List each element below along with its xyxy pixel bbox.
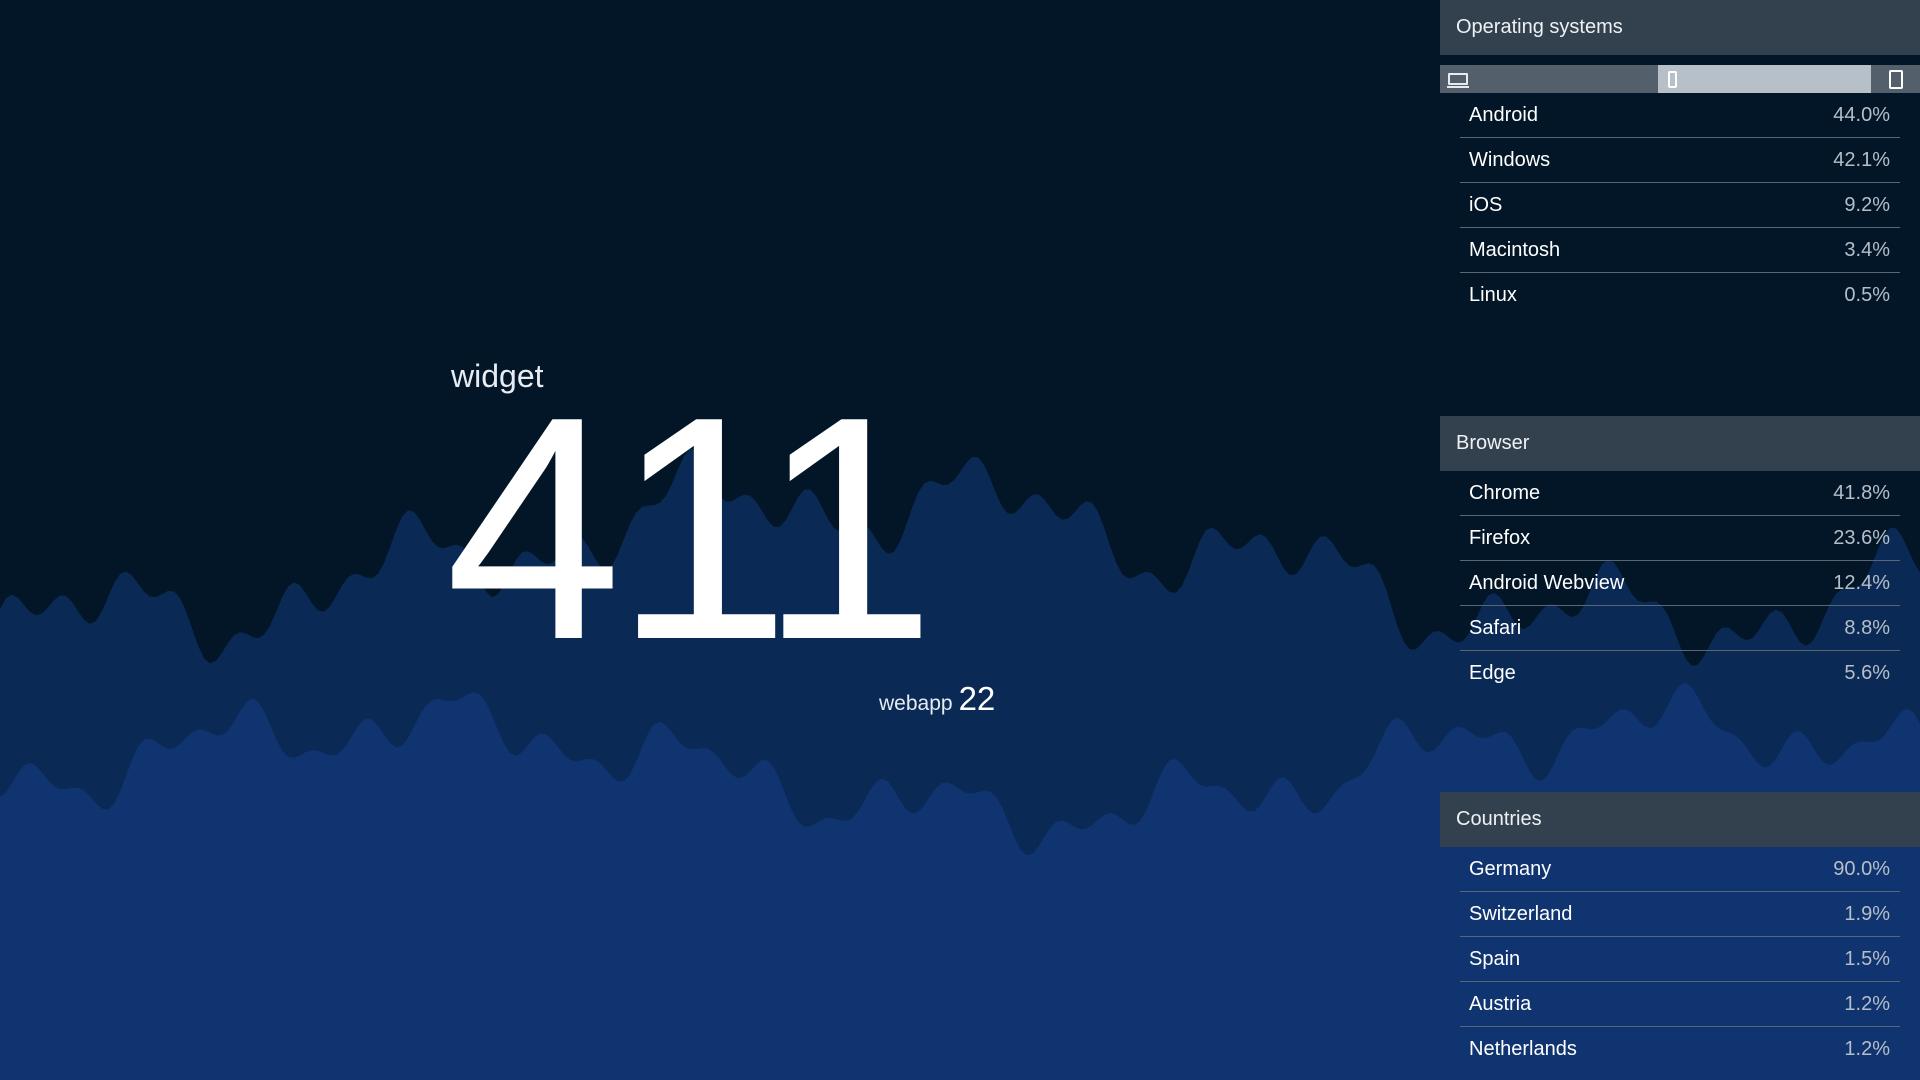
country-percent: 1.5% <box>1844 947 1890 970</box>
os-row: Linux 0.5% <box>1460 273 1900 318</box>
country-percent: 90.0% <box>1833 857 1890 880</box>
countries-list: Germany 90.0% Switzerland 1.9% Spain 1.5% A… <box>1440 847 1920 1072</box>
desktop-icon <box>1447 73 1469 88</box>
country-name: Germany <box>1469 857 1552 880</box>
tablet-icon <box>1888 69 1903 89</box>
country-row: Netherlands 1.2% <box>1460 1027 1900 1072</box>
country-name: Austria <box>1469 992 1532 1015</box>
sub-metric: webapp 22 <box>879 680 995 718</box>
device-filter <box>1440 65 1920 93</box>
browser-name: Firefox <box>1469 526 1531 549</box>
device-filter-desktop[interactable] <box>1440 65 1658 93</box>
os-name: iOS <box>1469 193 1503 216</box>
main-metric-value: 411 <box>445 351 936 706</box>
browser-name: Safari <box>1469 616 1522 639</box>
os-row: iOS 9.2% <box>1460 183 1900 228</box>
countries-panel: Countries Germany 90.0% Switzerland 1.9% S… <box>1440 792 1920 1072</box>
country-row: Germany 90.0% <box>1460 847 1900 892</box>
device-filter-smartphone[interactable] <box>1658 65 1871 93</box>
browser-percent: 23.6% <box>1833 526 1890 549</box>
browser-name: Edge <box>1469 662 1516 684</box>
browser-row: Edge 5.6% <box>1460 651 1900 696</box>
browser-panel: Browser Chrome 41.8% Firefox 23.6% Android… <box>1440 416 1920 696</box>
os-panel: Operating systems Android 44.0% Windows 42… <box>1440 0 1920 318</box>
os-percent: 3.4% <box>1844 238 1890 261</box>
country-name: Netherlands <box>1469 1038 1577 1060</box>
browser-row: Firefox 23.6% <box>1460 516 1900 561</box>
browser-list: Chrome 41.8% Firefox 23.6% Android Webview… <box>1440 471 1920 696</box>
os-list: Android 44.0% Windows 42.1% iOS 9.2% Macint… <box>1440 93 1920 318</box>
browser-percent: 41.8% <box>1833 481 1890 504</box>
browser-name: Chrome <box>1469 481 1541 504</box>
browser-percent: 5.6% <box>1844 662 1890 684</box>
sub-metric-value: 22 <box>958 680 996 717</box>
browser-percent: 12.4% <box>1833 571 1890 594</box>
browser-name: Android Webview <box>1469 571 1625 594</box>
country-row: Switzerland 1.9% <box>1460 892 1900 937</box>
country-percent: 1.2% <box>1844 1038 1890 1060</box>
country-percent: 1.2% <box>1844 992 1890 1015</box>
smartphone-icon <box>1668 70 1677 88</box>
os-panel-title: Operating systems <box>1440 0 1920 55</box>
browser-row: Safari 8.8% <box>1460 606 1900 651</box>
country-row: Austria 1.2% <box>1460 982 1900 1027</box>
os-percent: 0.5% <box>1844 284 1890 306</box>
os-percent: 9.2% <box>1844 193 1890 216</box>
browser-row: Chrome 41.8% <box>1460 471 1900 516</box>
os-row: Macintosh 3.4% <box>1460 228 1900 273</box>
sub-metric-label: webapp <box>879 692 953 715</box>
os-row: Android 44.0% <box>1460 93 1900 138</box>
browser-percent: 8.8% <box>1844 616 1890 639</box>
country-name: Switzerland <box>1469 902 1573 925</box>
country-name: Spain <box>1469 947 1521 970</box>
os-name: Windows <box>1469 148 1551 171</box>
country-row: Spain 1.5% <box>1460 937 1900 982</box>
country-percent: 1.9% <box>1844 902 1890 925</box>
os-name: Android <box>1469 103 1538 126</box>
os-percent: 44.0% <box>1833 103 1890 126</box>
device-filter-tablet[interactable] <box>1871 65 1920 93</box>
countries-panel-title: Countries <box>1440 792 1920 847</box>
browser-panel-title: Browser <box>1440 416 1920 471</box>
os-row: Windows 42.1% <box>1460 138 1900 183</box>
os-percent: 42.1% <box>1833 148 1890 171</box>
os-name: Macintosh <box>1469 238 1561 261</box>
os-name: Linux <box>1469 284 1517 306</box>
browser-row: Android Webview 12.4% <box>1460 561 1900 606</box>
